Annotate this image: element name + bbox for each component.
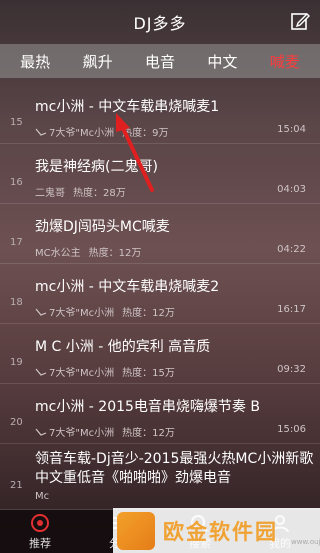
heat: 热度：12万 xyxy=(122,428,175,439)
song-row[interactable]: 21 领音车载-Dj音少-2015最强火热MC小洲新歌中文重低音《啪啪啪》劲爆电… xyxy=(0,444,320,510)
song-title: 劲爆DJ闯码头MC喊麦 xyxy=(35,219,170,235)
rank-number: 15 xyxy=(10,117,23,128)
tab-hot[interactable]: 最热 xyxy=(6,51,64,72)
duration: 16:17 xyxy=(277,304,306,315)
song-title: mc小洲 - 中文车载串烧喊麦2 xyxy=(35,279,220,295)
uploader: 二鬼哥 xyxy=(35,188,65,199)
song-meta: Mc xyxy=(35,491,49,502)
song-row[interactable]: 19 M C 小洲 - 他的宾利 高音质 7大爷"Mc小洲 热度：15万 09:… xyxy=(0,324,320,384)
heat: 热度：28万 xyxy=(73,188,126,199)
rank-number: 19 xyxy=(10,357,23,368)
nav-label: 推荐 xyxy=(29,536,51,550)
tab-chinese[interactable]: 中文 xyxy=(193,51,251,72)
song-row[interactable]: 17 劲爆DJ闯码头MC喊麦 MC水公主 热度：12万 04:22 xyxy=(0,204,320,264)
song-title: M C 小洲 - 他的宾利 高音质 xyxy=(35,339,211,355)
uploader-icon xyxy=(35,428,47,436)
song-meta: 二鬼哥 热度：28万 xyxy=(35,184,126,199)
category-tabs: 最热 飙升 电音 中文 喊麦 xyxy=(0,44,320,78)
watermark: 欧金软件园 www.oujin... xyxy=(113,508,320,553)
heat: 热度：15万 xyxy=(122,368,175,379)
app-header: DJ多多 xyxy=(0,0,320,44)
rank-number: 16 xyxy=(10,177,23,188)
song-meta: 7大爷"Mc小洲 热度：12万 xyxy=(35,304,175,319)
heat: 热度：9万 xyxy=(122,128,169,139)
song-title: mc小洲 - 2015电音串烧嗨爆节奏 B xyxy=(35,399,260,415)
uploader: 7大爷"Mc小洲 xyxy=(49,428,115,439)
song-title: mc小洲 - 中文车载串烧喊麦1 xyxy=(35,99,220,115)
tab-mc-shout[interactable]: 喊麦 xyxy=(256,51,314,72)
uploader-icon xyxy=(35,128,47,136)
uploader: MC水公主 xyxy=(35,248,81,259)
uploader: 7大爷"Mc小洲 xyxy=(49,368,115,379)
recommend-icon xyxy=(31,513,49,532)
song-row[interactable]: 20 mc小洲 - 2015电音串烧嗨爆节奏 B 7大爷"Mc小洲 热度：12万… xyxy=(0,384,320,444)
song-title: 我是神经病(二鬼哥) xyxy=(35,159,158,175)
tab-electronic[interactable]: 电音 xyxy=(131,51,189,72)
tab-rising[interactable]: 飙升 xyxy=(69,51,127,72)
nav-recommend[interactable]: 推荐 xyxy=(8,513,72,551)
duration: 15:06 xyxy=(277,424,306,435)
song-row[interactable]: 15 mc小洲 - 中文车载串烧喊麦1 7大爷"Mc小洲 热度：9万 15:04 xyxy=(0,84,320,144)
song-row[interactable]: 16 我是神经病(二鬼哥) 二鬼哥 热度：28万 04:03 xyxy=(0,144,320,204)
watermark-text: 欧金软件园 xyxy=(163,519,278,544)
watermark-url: www.oujin... xyxy=(291,538,320,546)
watermark-logo xyxy=(117,511,155,550)
song-meta: 7大爷"Mc小洲 热度：15万 xyxy=(35,364,175,379)
app-title: DJ多多 xyxy=(133,14,187,33)
duration: 04:22 xyxy=(277,244,306,255)
rank-number: 18 xyxy=(10,297,23,308)
song-meta: 7大爷"Mc小洲 热度：9万 xyxy=(35,124,168,139)
duration: 09:32 xyxy=(277,364,306,375)
duration: 04:03 xyxy=(277,184,306,195)
rank-number: 20 xyxy=(10,417,23,428)
heat: 热度：12万 xyxy=(122,308,175,319)
rank-number: 17 xyxy=(10,237,23,248)
uploader-icon xyxy=(35,308,47,316)
rank-number: 21 xyxy=(10,480,23,491)
uploader: Mc xyxy=(35,491,50,502)
song-list: 15 mc小洲 - 中文车载串烧喊麦1 7大爷"Mc小洲 热度：9万 15:04… xyxy=(0,84,320,510)
duration: 15:04 xyxy=(277,124,306,135)
song-row[interactable]: 18 mc小洲 - 中文车载串烧喊麦2 7大爷"Mc小洲 热度：12万 16:1… xyxy=(0,264,320,324)
uploader: 7大爷"Mc小洲 xyxy=(49,308,115,319)
song-meta: MC水公主 热度：12万 xyxy=(35,244,141,259)
song-meta: 7大爷"Mc小洲 热度：12万 xyxy=(35,424,175,439)
heat: 热度：12万 xyxy=(88,248,142,259)
song-title: 领音车载-Dj音少-2015最强火热MC小洲新歌中文重低音《啪啪啪》劲爆电音 xyxy=(35,451,314,486)
uploader-icon xyxy=(35,368,47,376)
edit-icon[interactable] xyxy=(290,11,310,31)
uploader: 7大爷"Mc小洲 xyxy=(49,128,115,139)
